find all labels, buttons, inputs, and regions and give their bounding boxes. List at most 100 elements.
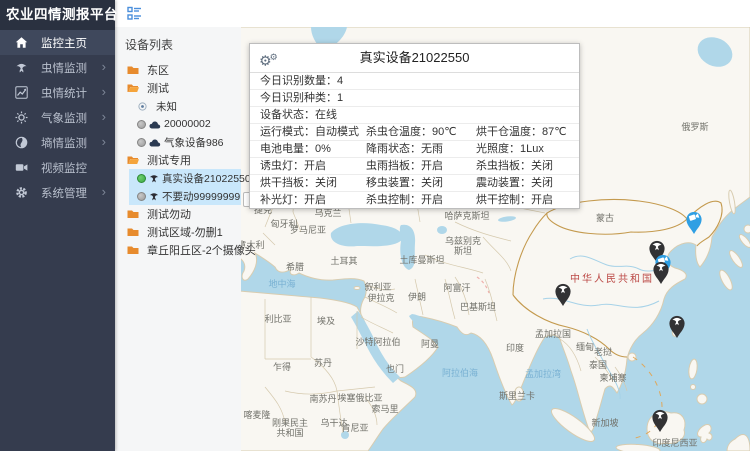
folder-closed-icon	[127, 65, 139, 75]
device-popup-header: ⚙⚙ 真实设备21022550	[250, 44, 579, 73]
tree-device[interactable]: 气象设备986	[115, 133, 241, 151]
popup-field: 杀虫仓温度：90℃	[366, 124, 476, 140]
chart-icon	[15, 86, 28, 99]
tree-folder-label: 测试	[147, 80, 169, 96]
tree-device-label: 20000002	[164, 118, 211, 130]
popup-field: 杀虫控制：开启	[366, 192, 476, 208]
tree-folder-label: 章丘阳丘区-2个摄像头	[147, 242, 256, 258]
sidebar-item-label: 系统管理	[41, 185, 87, 201]
weather-device-icon	[149, 138, 161, 147]
status-dot-gray	[137, 138, 146, 147]
tree-folder-label: 测试专用	[147, 152, 191, 168]
sidebar-nav: 监控主页 虫情监测 › 虫情统计 › 气象监测 › 墒情监测 ›	[0, 30, 115, 205]
app-title: 农业四情测报平台	[0, 0, 115, 30]
tree-device[interactable]: 未知	[115, 97, 241, 115]
tree-device-label: 气象设备986	[164, 135, 224, 150]
chevron-right-icon: ›	[102, 84, 106, 99]
tree-device-selected[interactable]: 真实设备21022550	[129, 169, 241, 187]
tree-folder-label: 测试区域-勿删1	[147, 224, 223, 240]
popup-row: 烘干挡板：关闭 移虫装置：关闭 震动装置：关闭	[250, 175, 579, 192]
device-marker-bug[interactable]	[651, 258, 671, 284]
popup-row: 补光灯：开启 杀虫控制：开启 烘干控制：开启	[250, 192, 579, 208]
tree-folder-label: 测试勿动	[147, 206, 191, 222]
tree-folder-label: 东区	[147, 62, 169, 78]
sun-icon	[15, 111, 28, 124]
weather-device-icon	[149, 120, 161, 129]
tree-folder[interactable]: 测试专用	[115, 151, 241, 169]
folder-open-icon	[127, 83, 139, 93]
folder-closed-icon	[127, 227, 139, 237]
tree-folder[interactable]: 测试区域-勿删1	[115, 223, 241, 241]
device-popup-title: 真实设备21022550	[360, 50, 470, 65]
device-marker-bug[interactable]	[553, 280, 573, 306]
bug-device-icon	[149, 173, 159, 183]
tree-device-label: 未知	[156, 99, 177, 114]
sidebar-item-label: 墒情监测	[41, 135, 87, 151]
folder-closed-icon	[127, 245, 139, 255]
popup-field: 今日识别种类：1	[260, 90, 343, 106]
popup-row: 今日识别数量：4	[250, 73, 579, 90]
popup-field: 电池电量：0%	[260, 141, 366, 157]
bug-device-icon	[149, 191, 159, 201]
popup-field: 烘干控制：开启	[476, 192, 569, 208]
layout-list-icon[interactable]	[127, 6, 142, 21]
globe-icon	[15, 136, 28, 149]
chevron-right-icon: ›	[102, 59, 106, 74]
tree-folder[interactable]: 章丘阳丘区-2个摄像头	[115, 241, 241, 259]
popup-row: 今日识别种类：1	[250, 90, 579, 107]
popup-field: 虫雨挡板：开启	[366, 158, 476, 174]
tree-folder[interactable]: 测试	[115, 79, 241, 97]
popup-field: 杀虫挡板：关闭	[476, 158, 569, 174]
gear-icon	[15, 186, 28, 199]
video-camera-icon	[15, 161, 28, 174]
chevron-right-icon: ›	[102, 109, 106, 124]
sidebar-item-label: 监控主页	[41, 35, 87, 51]
popup-field: 设备状态：在线	[260, 107, 337, 123]
sidebar-item-insect-monitoring[interactable]: 虫情监测 ›	[0, 55, 115, 80]
status-dot-gray	[137, 192, 146, 201]
popup-field: 烘干挡板：关闭	[260, 175, 366, 191]
sidebar-item-monitor-home[interactable]: 监控主页	[0, 30, 115, 55]
popup-field: 烘干仓温度：87℃	[476, 124, 569, 140]
tree-folder[interactable]: 东区	[115, 61, 241, 79]
device-marker-camera[interactable]	[684, 208, 704, 234]
device-panel: 设备列表 东区 测试 未知 20000002 气象设备986 测试专用	[115, 27, 241, 451]
chevron-right-icon: ›	[102, 134, 106, 149]
popup-row: 运行模式：自动模式 杀虫仓温度：90℃ 烘干仓温度：87℃	[250, 124, 579, 141]
tree-folder[interactable]: 测试勿动	[115, 205, 241, 223]
topbar	[115, 0, 750, 27]
sidebar-item-label: 气象监测	[41, 110, 87, 126]
popup-row: 诱虫灯：开启 虫雨挡板：开启 杀虫挡板：关闭	[250, 158, 579, 175]
device-popup: ⚙⚙ 真实设备21022550 今日识别数量：4 今日识别种类：1 设备状态：在…	[249, 43, 580, 209]
popup-field: 光照度：1Lux	[476, 141, 569, 157]
sidebar-item-weather-monitoring[interactable]: 气象监测 ›	[0, 105, 115, 130]
status-dot-gray	[137, 120, 146, 129]
sidebar-item-label: 虫情监测	[41, 60, 87, 76]
tree-device-selected[interactable]: 不要动99999999	[129, 187, 241, 205]
popup-row: 电池电量：0% 降雨状态：无雨 光照度：1Lux	[250, 141, 579, 158]
sidebar: 农业四情测报平台 监控主页 虫情监测 › 虫情统计 › 气象监测 ›	[0, 0, 115, 451]
popup-row: 设备状态：在线	[250, 107, 579, 124]
sidebar-item-label: 虫情统计	[41, 85, 87, 101]
popup-field: 降雨状态：无雨	[366, 141, 476, 157]
unknown-device-icon	[137, 101, 148, 112]
tree-device-label: 不要动99999999	[162, 189, 240, 204]
sidebar-item-soil-monitoring[interactable]: 墒情监测 ›	[0, 130, 115, 155]
popup-field: 补光灯：开启	[260, 192, 366, 208]
device-marker-bug[interactable]	[650, 406, 670, 432]
folder-closed-icon	[127, 209, 139, 219]
sidebar-item-video-surveillance[interactable]: 视频监控	[0, 155, 115, 180]
popup-field: 震动装置：关闭	[476, 175, 569, 191]
popup-field: 运行模式：自动模式	[260, 124, 366, 140]
chevron-right-icon: ›	[102, 184, 106, 199]
sidebar-item-system-management[interactable]: 系统管理 ›	[0, 180, 115, 205]
app-root: 俄罗斯 蒙古 中华人民共和国 哈萨克斯坦 乌兹别克 斯坦 土库曼斯坦 捷克 乌克…	[0, 0, 750, 451]
sidebar-item-insect-statistics[interactable]: 虫情统计 ›	[0, 80, 115, 105]
tree-device[interactable]: 20000002	[115, 115, 241, 133]
folder-open-icon	[127, 155, 139, 165]
tree-device-label: 真实设备21022550	[162, 171, 251, 186]
settings-gears-icon[interactable]: ⚙⚙	[259, 44, 278, 76]
device-panel-title: 设备列表	[115, 27, 241, 61]
popup-field: 诱虫灯：开启	[260, 158, 366, 174]
device-marker-bug[interactable]	[667, 312, 687, 338]
